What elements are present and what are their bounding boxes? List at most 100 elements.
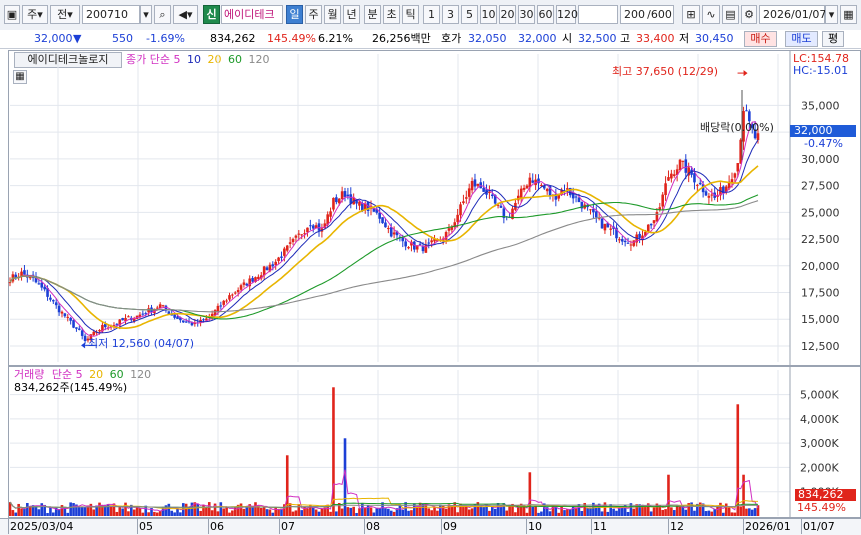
volume-ratio: 145.49% bbox=[267, 32, 316, 45]
x-axis-label: 05 bbox=[139, 520, 153, 533]
interval-120[interactable]: 120 bbox=[556, 5, 578, 24]
x-axis-tick bbox=[279, 518, 280, 534]
volume-legend: 거래량 단순 5 20 60 120 bbox=[14, 368, 151, 382]
ma5-label: 5 bbox=[173, 53, 181, 66]
grid-icon[interactable]: ⊞ bbox=[682, 5, 700, 24]
x-axis-tick bbox=[441, 518, 442, 534]
chart-toolbar: ▣ 주▾ 전▾ 200710 ▾ ⌕ ◀▾ 신 에이디테크 일 주 월 년 분 … bbox=[0, 0, 861, 31]
x-axis-tick bbox=[137, 518, 138, 534]
low-price: 30,450 bbox=[695, 32, 734, 45]
gear-icon[interactable]: ⚙ bbox=[741, 5, 757, 24]
interval-30[interactable]: 30 bbox=[518, 5, 535, 24]
sound-icon[interactable]: ◀▾ bbox=[173, 5, 198, 24]
ma20-label: 20 bbox=[207, 53, 222, 66]
vma60-label: 60 bbox=[109, 368, 124, 381]
date-input[interactable]: 2026/01/07 bbox=[759, 5, 826, 24]
x-axis-tick bbox=[668, 518, 669, 534]
vma20-label: 20 bbox=[89, 368, 104, 381]
high-annotation: 최고 37,650 (12/29) bbox=[612, 65, 719, 78]
sell-button[interactable]: 매도 bbox=[785, 31, 818, 47]
market-label: 주 bbox=[27, 8, 38, 21]
code-dropdown-icon[interactable]: ▾ bbox=[140, 5, 152, 24]
x-axis-label: 07 bbox=[281, 520, 295, 533]
stock-code-input[interactable]: 200710 bbox=[82, 5, 140, 24]
volume: 834,262 bbox=[210, 32, 256, 45]
x-axis-tick bbox=[364, 518, 365, 534]
x-axis bbox=[0, 518, 861, 535]
x-axis-tick bbox=[526, 518, 527, 534]
count-max: /600 bbox=[646, 5, 674, 24]
ma-type-label: 종가 단순 bbox=[126, 53, 170, 66]
menu-icon[interactable]: ▣ bbox=[4, 5, 20, 24]
volume-current-label: 834,262주(145.49%) bbox=[14, 381, 128, 394]
count-input[interactable]: 200 bbox=[620, 5, 646, 24]
stock-name: 에이디테크 bbox=[221, 5, 283, 24]
volume-ma-type: 단순 bbox=[51, 368, 73, 381]
ask-price: 32,000 bbox=[518, 32, 557, 45]
dividend-annotation: 배당락(0.00%) bbox=[700, 121, 774, 134]
eval-button[interactable]: 평 bbox=[822, 31, 844, 47]
change-percent: -1.69% bbox=[146, 32, 185, 45]
volume-current-box: 834,262 bbox=[795, 489, 856, 501]
turnover: 6.21% bbox=[318, 32, 353, 45]
volume-panel-frame bbox=[8, 366, 861, 518]
x-axis-tick bbox=[8, 518, 9, 534]
tab-month[interactable]: 월 bbox=[324, 5, 341, 24]
ma10-label: 10 bbox=[186, 53, 201, 66]
interval-1[interactable]: 1 bbox=[423, 5, 440, 24]
bid-label: 호가 bbox=[441, 32, 462, 45]
interval-20[interactable]: 20 bbox=[499, 5, 516, 24]
low-label: 저 bbox=[679, 32, 690, 45]
tab-minute[interactable]: 분 bbox=[364, 5, 381, 24]
down-triangle-icon: ▼ bbox=[73, 32, 82, 45]
price-change: 550 bbox=[112, 32, 133, 45]
tab-second[interactable]: 초 bbox=[383, 5, 400, 24]
vma120-label: 120 bbox=[130, 368, 152, 381]
trade-amount: 26,256백만 bbox=[372, 32, 431, 45]
current-percent: -0.47% bbox=[804, 137, 843, 150]
tab-week[interactable]: 주 bbox=[305, 5, 322, 24]
x-axis-tick bbox=[801, 518, 802, 534]
save-icon[interactable]: ▤ bbox=[722, 5, 739, 24]
price-ma-legend: 종가 단순 5 10 20 60 120 bbox=[126, 53, 269, 67]
table-icon[interactable]: ▦ bbox=[13, 70, 27, 84]
calendar-icon[interactable]: ▦ bbox=[840, 5, 857, 24]
x-axis-label: 10 bbox=[528, 520, 542, 533]
interval-60[interactable]: 60 bbox=[537, 5, 554, 24]
high-price: 33,400 bbox=[636, 32, 675, 45]
tab-day[interactable]: 일 bbox=[286, 5, 303, 24]
tab-year[interactable]: 년 bbox=[343, 5, 360, 24]
vma5-label: 5 bbox=[75, 368, 83, 381]
x-axis-label: 06 bbox=[210, 520, 224, 533]
bid-price: 32,050 bbox=[468, 32, 507, 45]
ma120-label: 120 bbox=[248, 53, 270, 66]
x-axis-label: 08 bbox=[366, 520, 380, 533]
interval-3[interactable]: 3 bbox=[442, 5, 459, 24]
hc-label: HC:-15.01 bbox=[793, 64, 849, 77]
x-axis-tick bbox=[743, 518, 744, 534]
market-select[interactable]: 주▾ bbox=[22, 5, 48, 24]
interval-10[interactable]: 10 bbox=[480, 5, 497, 24]
indicator-tab[interactable]: 에이디테크놀로지 bbox=[14, 52, 122, 68]
current-price-box: 32,000 bbox=[790, 125, 856, 137]
tab-tick[interactable]: 틱 bbox=[402, 5, 419, 24]
x-axis-label: 2026/01 bbox=[745, 520, 791, 533]
date-dropdown-icon[interactable]: ▾ bbox=[825, 5, 838, 24]
x-axis-label: 11 bbox=[593, 520, 607, 533]
new-badge[interactable]: 신 bbox=[203, 5, 220, 24]
interval-5[interactable]: 5 bbox=[461, 5, 478, 24]
open-price: 32,500 bbox=[578, 32, 617, 45]
buy-button[interactable]: 매수 bbox=[744, 31, 777, 47]
search-icon[interactable]: ⌕ bbox=[154, 5, 171, 24]
period-select[interactable]: 전▾ bbox=[50, 5, 80, 24]
x-axis-label: 09 bbox=[443, 520, 457, 533]
x-axis-tick bbox=[591, 518, 592, 534]
quote-bar: 32,000 ▼ 550 -1.69% 834,262 145.49% 6.21… bbox=[0, 30, 861, 49]
current-price: 32,000 bbox=[34, 32, 73, 45]
custom-interval-input[interactable] bbox=[578, 5, 618, 24]
x-axis-label: 12 bbox=[670, 520, 684, 533]
volume-current-percent: 145.49% bbox=[797, 501, 846, 514]
price-panel-frame bbox=[8, 50, 861, 366]
x-axis-tick bbox=[208, 518, 209, 534]
chart-icon[interactable]: ∿ bbox=[702, 5, 720, 24]
